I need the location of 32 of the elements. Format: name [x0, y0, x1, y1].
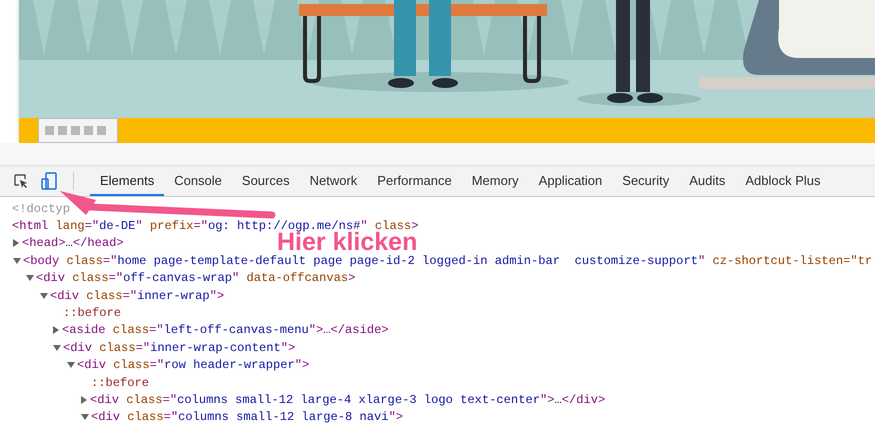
dom-node-line[interactable]: <div class="columns small-12 large-4 xlarge-3 logo text-center">…</div> [90, 392, 606, 407]
dom-node-line[interactable]: <body class="home page-template-default page page-id-2 logged-in admin-bar customize-support" cz-shortcut-listen="tr [23, 254, 872, 268]
dom-node-line[interactable]: <div class="columns small-12 large-8 navi"> [91, 410, 404, 424]
disclosure-triangle-icon[interactable] [53, 326, 59, 334]
dom-node-line[interactable]: ::before [63, 306, 122, 320]
panel-tab[interactable]: Adblock Plus [735, 166, 831, 196]
dom-node-line[interactable]: <aside class="left-off-canvas-menu">…</aside> [62, 323, 389, 338]
device-toggle-icon[interactable] [41, 172, 57, 190]
disclosure-triangle-icon[interactable] [26, 275, 34, 282]
dom-node-line[interactable]: <div class="inner-wrap"> [50, 288, 224, 303]
panel-tab[interactable]: Performance [367, 166, 462, 196]
dom-node-line[interactable]: <div class="row header-wrapper"> [77, 358, 310, 372]
dom-node-line[interactable]: <div class="off-canvas-wrap" data-offcanvas> [36, 271, 356, 286]
disclosure-triangle-icon[interactable] [81, 396, 87, 404]
panel-tab[interactable]: Network [300, 166, 368, 196]
disclosure-triangle-icon[interactable] [67, 362, 75, 368]
panel-tab[interactable]: Audits [679, 166, 736, 196]
panel-tab[interactable]: Elements [90, 166, 164, 196]
inspect-cursor-icon[interactable] [13, 173, 29, 189]
disclosure-triangle-icon[interactable] [53, 344, 61, 351]
dom-node-line[interactable]: <div class="inner-wrap-content"> [63, 340, 296, 355]
dom-node-line[interactable]: ::before [91, 376, 150, 390]
disclosure-triangle-icon[interactable] [13, 258, 21, 264]
disclosure-triangle-icon[interactable] [13, 239, 19, 248]
panel-tab[interactable]: Sources [232, 166, 300, 196]
dom-node-line[interactable]: <head>…</head> [22, 236, 124, 250]
panel-tab[interactable]: Application [528, 166, 612, 196]
disclosure-triangle-icon[interactable] [81, 414, 89, 420]
panel-tab[interactable]: Console [164, 166, 232, 196]
panel-tab[interactable]: Security [612, 166, 680, 196]
disclosure-triangle-icon[interactable] [40, 292, 48, 299]
panel-tab[interactable]: Memory [462, 166, 529, 196]
